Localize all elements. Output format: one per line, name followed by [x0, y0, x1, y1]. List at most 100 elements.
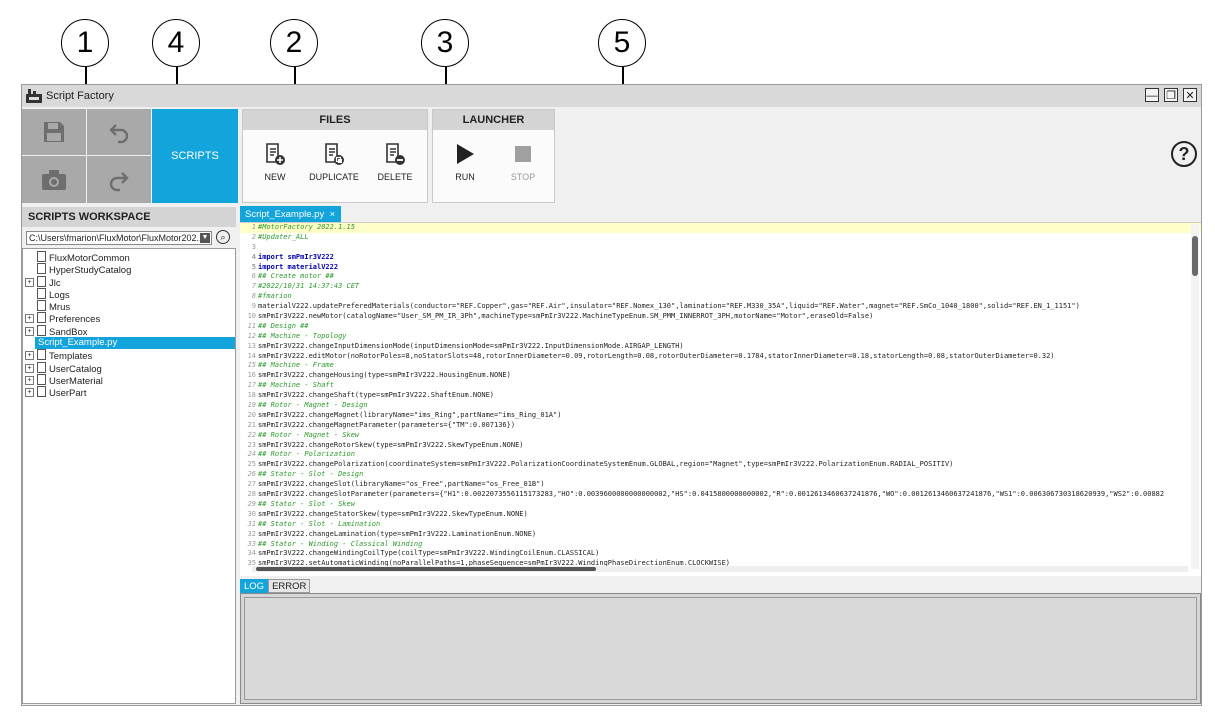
expand-icon[interactable]: + [25, 363, 34, 373]
save-button[interactable] [22, 109, 86, 155]
callout-3: 3 [421, 19, 469, 67]
workspace-path-select[interactable]: C:\Users\fmarion\FluxMotor\FluxMotor202.… [26, 231, 212, 245]
run-button[interactable]: RUN [435, 140, 495, 182]
undo-button[interactable] [87, 109, 151, 155]
code-line[interactable]: 33 ## Stator - Winding - Classical Windin… [240, 540, 1201, 550]
code-text: ## Stator - Winding - Classical Winding [258, 539, 423, 548]
expand-icon[interactable]: + [25, 314, 34, 324]
code-line[interactable]: 24 ## Rotor - Polarization [240, 450, 1201, 460]
tree-item-userpart[interactable]: + UserPart [23, 386, 235, 400]
search-icon[interactable]: ⌕ [216, 230, 230, 244]
delete-script-icon [386, 143, 405, 165]
restore-icon[interactable]: ❐ [1164, 88, 1178, 102]
code-line[interactable]: 27 smPmIr3V222.changeSlot(libraryName="os… [240, 480, 1201, 490]
tree-item-preferences[interactable]: + Preferences [23, 312, 235, 325]
tree-item-usermaterial[interactable]: + UserMaterial [23, 373, 235, 387]
code-line[interactable]: 10 smPmIr3V222.newMotor(catalogName="User… [240, 312, 1201, 322]
code-line[interactable]: 7 #2022/10/31 14:37:43 CET [240, 282, 1201, 292]
tab-scripts-label: SCRIPTS [171, 150, 219, 162]
code-line[interactable]: 18 smPmIr3V222.changeShaft(type=smPmIr3V2… [240, 391, 1201, 401]
tab-script-example[interactable]: Script_Example.py × [240, 206, 341, 222]
line-number: 23 [247, 440, 256, 449]
line-number: 14 [247, 351, 256, 360]
code-line[interactable]: 32 smPmIr3V222.changeLamination(type=smPm… [240, 530, 1201, 540]
help-icon[interactable]: ? [1171, 141, 1197, 167]
tab-scripts[interactable]: SCRIPTS [152, 109, 238, 203]
snapshot-button[interactable] [22, 156, 86, 203]
line-number: 20 [247, 410, 256, 419]
tab-error[interactable]: ERROR [268, 579, 311, 593]
line-number: 13 [247, 341, 256, 350]
code-line[interactable]: 13 smPmIr3V222.changeInputDimensionMode(i… [240, 342, 1201, 352]
expand-icon[interactable]: + [25, 375, 34, 385]
duplicate-button[interactable]: DUPLICATE [304, 140, 364, 182]
expand-icon[interactable]: + [25, 277, 34, 287]
code-line[interactable]: 23 smPmIr3V222.changeRotorSkew(type=smPmI… [240, 441, 1201, 451]
expand-icon[interactable]: + [25, 326, 34, 336]
code-line[interactable]: 2 #Updater_ALL [240, 233, 1201, 243]
code-line[interactable]: 1 #MotorFactory 2022.1.15 [240, 223, 1201, 233]
log-tabs: LOG ERROR [240, 579, 311, 593]
tree-item-templates[interactable]: + Templates [23, 349, 235, 362]
code-line[interactable]: 8 #fmarion [240, 292, 1201, 302]
close-tab-icon[interactable]: × [330, 209, 335, 219]
tree-item-mrus[interactable]: Mrus [23, 300, 235, 313]
code-text: smPmIr3V222.changeInputDimensionMode(inp… [258, 341, 684, 350]
code-line[interactable]: 20 smPmIr3V222.changeMagnet(libraryName="… [240, 411, 1201, 421]
code-line[interactable]: 29 ## Stator - Slot - Skew [240, 500, 1201, 510]
launcher-group-title: LAUNCHER [433, 110, 554, 130]
expand-icon[interactable]: + [25, 351, 34, 361]
editor-horizontal-scrollbar[interactable] [252, 566, 1188, 572]
code-line[interactable]: 3 [240, 243, 1201, 253]
code-line[interactable]: 14 smPmIr3V222.editMotor(noRotorPoles=8,n… [240, 352, 1201, 362]
code-line[interactable]: 30 smPmIr3V222.changeStatorSkew(type=smPm… [240, 510, 1201, 520]
stop-button[interactable]: STOP [493, 140, 553, 182]
tree-item-label: UserPart [49, 388, 87, 400]
code-line[interactable]: 25 smPmIr3V222.changePolarization(coordin… [240, 460, 1201, 470]
tree-item-usercatalog[interactable]: + UserCatalog [23, 361, 235, 375]
redo-button[interactable] [87, 156, 151, 203]
code-line[interactable]: 26 ## Stator - Slot - Design [240, 470, 1201, 480]
code-line[interactable]: 34 smPmIr3V222.changeWindingCoilType(coil… [240, 549, 1201, 559]
tree-item-sandbox[interactable]: + SandBox [23, 324, 235, 338]
code-line[interactable]: 17 ## Machine - Shaft [240, 381, 1201, 391]
code-line[interactable]: 12 ## Machine - Topology [240, 332, 1201, 342]
code-line[interactable]: 9 materialV222.updatePreferedMaterials(co… [240, 302, 1201, 312]
duplicate-label: DUPLICATE [309, 172, 359, 182]
chevron-down-icon[interactable]: ▼ [200, 233, 210, 243]
tree-item-fluxmotorcommon[interactable]: FluxMotorCommon [23, 251, 235, 264]
code-line[interactable]: 16 smPmIr3V222.changeHousing(type=smPmIr3… [240, 371, 1201, 381]
scrollbar-thumb[interactable] [256, 567, 596, 571]
launcher-group: LAUNCHER RUN STOP [432, 109, 555, 203]
scrollbar-thumb[interactable] [1192, 236, 1198, 276]
code-line[interactable]: 21 smPmIr3V222.changeMagnetParameter(para… [240, 421, 1201, 431]
code-line[interactable]: 31 ## Stator - Slot - Lamination [240, 520, 1201, 530]
code-line[interactable]: 6 ## Create motor ## [240, 272, 1201, 282]
code-editor[interactable]: 1 #MotorFactory 2022.1.15 2 #Updater_ALL 3 4 i… [240, 222, 1201, 576]
expand-icon[interactable]: + [25, 388, 34, 398]
new-button[interactable]: NEW [245, 140, 305, 182]
code-line[interactable]: 15 ## Machine - Frame [240, 361, 1201, 371]
new-script-icon [266, 143, 285, 165]
code-line[interactable]: 28 smPmIr3V222.changeSlotParameter(parame… [240, 490, 1201, 500]
code-line[interactable]: 19 ## Rotor - Magnet - Design [240, 401, 1201, 411]
scripts-workspace-header: SCRIPTS WORKSPACE [22, 207, 236, 227]
code-line[interactable]: 4 import smPmIr3V222 [240, 253, 1201, 263]
tree-item-script-example[interactable]: Script_Example.py [35, 337, 235, 350]
code-text: materialV222.updatePreferedMaterials(con… [258, 302, 1080, 311]
tree-item-hyperstudycatalog[interactable]: HyperStudyCatalog [23, 263, 235, 276]
code-line[interactable]: 5 import materialV222 [240, 263, 1201, 273]
tree-item-jlc[interactable]: + Jlc [23, 275, 235, 289]
code-line[interactable]: 22 ## Rotor - Magnet - Skew [240, 431, 1201, 441]
code-text: smPmIr3V222.changeSlotParameter(paramete… [258, 490, 1165, 499]
code-text: ## Stator - Slot - Design [258, 470, 364, 479]
code-line[interactable]: 11 ## Design ## [240, 322, 1201, 332]
line-number: 10 [247, 312, 256, 321]
delete-button[interactable]: DELETE [365, 140, 425, 182]
tab-log[interactable]: LOG [240, 579, 269, 593]
tree-item-logs[interactable]: Logs [23, 287, 235, 301]
callout-5: 5 [598, 19, 646, 67]
close-icon[interactable]: ✕ [1183, 88, 1197, 102]
editor-vertical-scrollbar[interactable] [1191, 224, 1199, 569]
minimize-icon[interactable]: — [1145, 88, 1159, 102]
